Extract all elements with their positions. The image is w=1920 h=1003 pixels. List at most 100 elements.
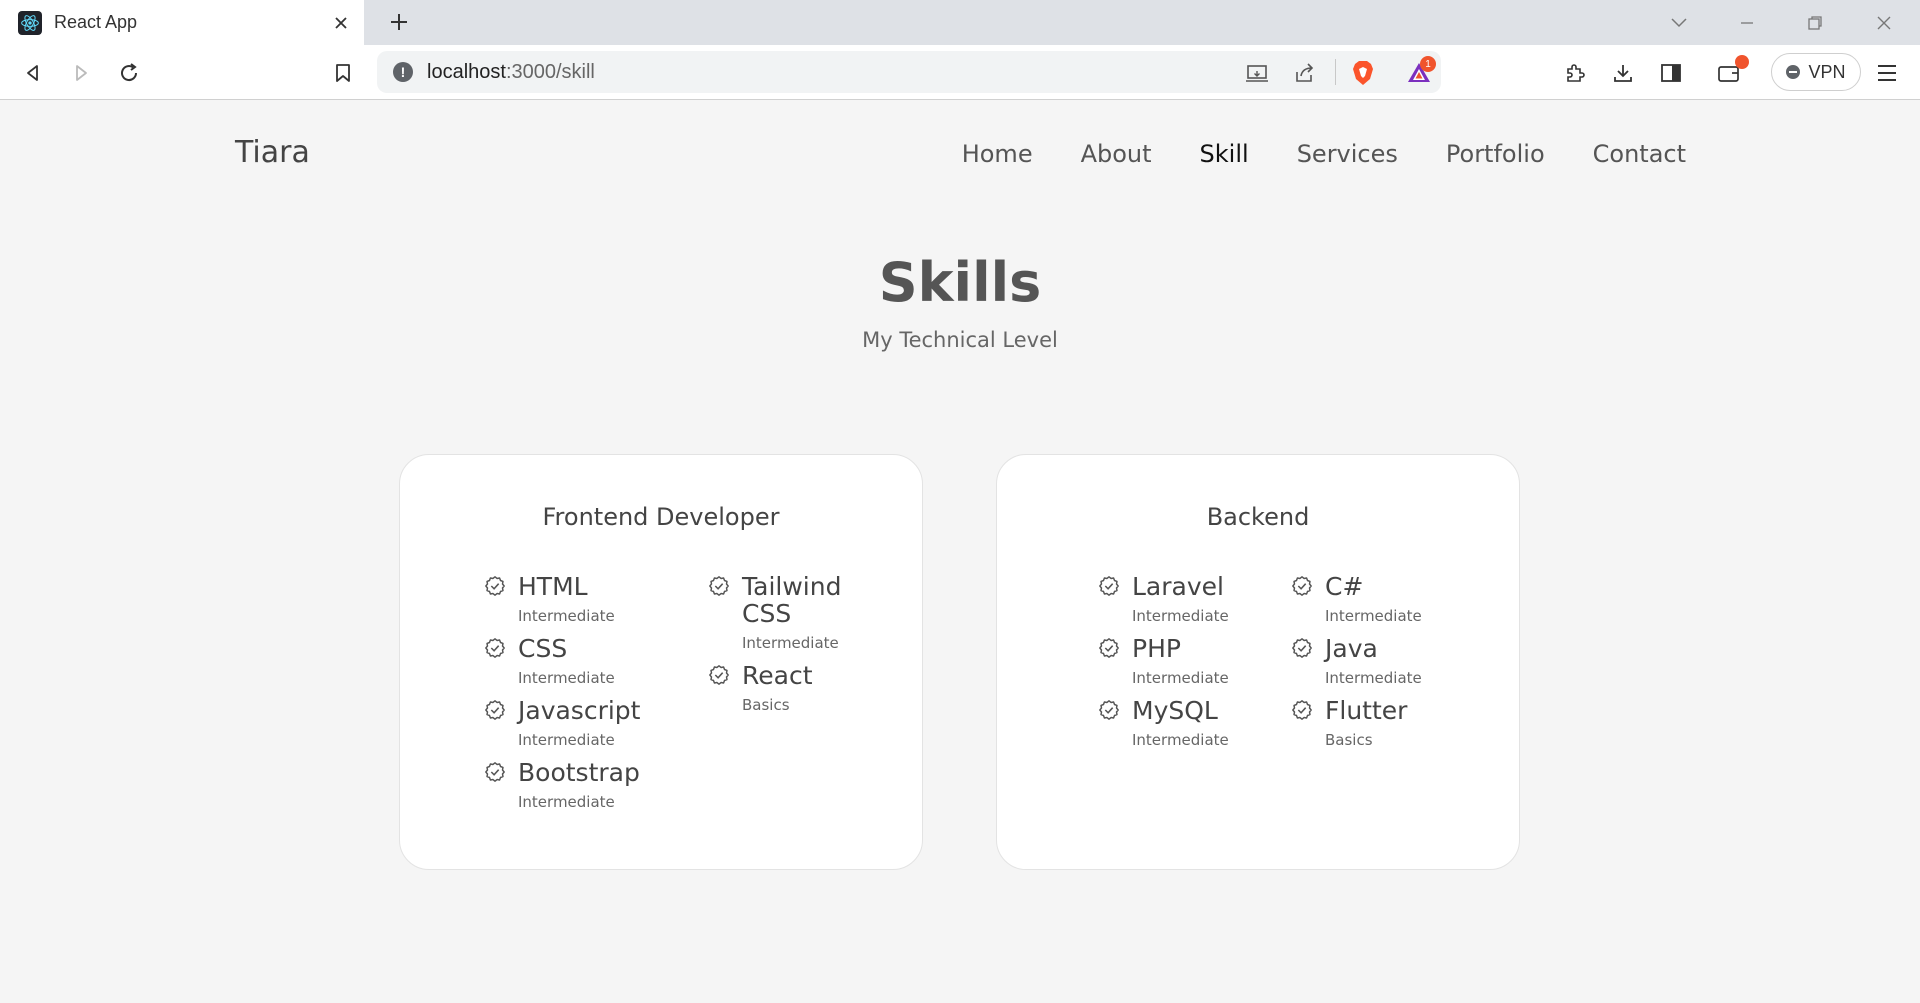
section-subtitle: My Technical Level	[862, 328, 1058, 352]
skill-level: Basics	[1325, 731, 1373, 749]
card-title: Backend	[1206, 503, 1310, 531]
tab-search-chevron-icon[interactable]	[1666, 10, 1692, 36]
skill-name: Bootstrap	[518, 758, 640, 787]
skill-level: Intermediate	[1325, 607, 1422, 625]
cast-icon[interactable]	[1244, 60, 1270, 86]
nav-link-home[interactable]: Home	[962, 140, 1033, 168]
skill-item: Bootstrap Intermediate	[484, 759, 684, 811]
reload-icon[interactable]	[115, 59, 143, 87]
vpn-status-icon	[1786, 65, 1801, 79]
nav-link-portfolio[interactable]: Portfolio	[1446, 140, 1545, 168]
main-nav: Home About Skill Services Portfolio Contact	[962, 140, 1686, 168]
skill-name: HTML	[518, 572, 588, 601]
extensions-icon[interactable]	[1561, 59, 1589, 87]
badge-check-icon	[708, 575, 730, 597]
minimize-window-icon[interactable]	[1734, 10, 1760, 36]
rewards-badge: 1	[1420, 56, 1436, 72]
downloads-icon[interactable]	[1609, 59, 1637, 87]
address-bar-divider	[1335, 59, 1336, 85]
vpn-button[interactable]: VPN	[1771, 53, 1861, 91]
nav-link-skill[interactable]: Skill	[1200, 140, 1249, 168]
badge-check-icon	[1098, 699, 1120, 721]
browser-toolbar: ! localhost:3000/skill 1 VPN	[0, 45, 1920, 100]
wallet-notification-dot	[1735, 55, 1749, 69]
sidebar-icon[interactable]	[1657, 59, 1685, 87]
skill-card-frontend: Frontend Developer HTML Intermediate CSS In…	[399, 454, 923, 870]
skill-item: MySQL Intermediate	[1098, 697, 1278, 749]
badge-check-icon	[1291, 699, 1313, 721]
badge-check-icon	[1291, 637, 1313, 659]
menu-icon[interactable]	[1873, 59, 1901, 87]
section-title: Skills	[878, 251, 1042, 314]
skill-name: Flutter	[1325, 696, 1408, 725]
skill-name: Java	[1325, 634, 1378, 663]
address-bar[interactable]: ! localhost:3000/skill 1	[377, 51, 1441, 93]
badge-check-icon	[484, 637, 506, 659]
site-info-icon[interactable]: !	[393, 62, 413, 82]
url-text[interactable]: localhost:3000/skill	[427, 61, 595, 84]
nav-link-contact[interactable]: Contact	[1593, 140, 1686, 168]
browser-tab-bar: React App	[0, 0, 1920, 45]
skill-level: Intermediate	[518, 669, 615, 687]
forward-icon[interactable]	[67, 59, 95, 87]
skill-level: Intermediate	[518, 607, 615, 625]
tab-title: React App	[54, 12, 138, 32]
badge-check-icon	[708, 664, 730, 686]
skill-level: Intermediate	[1132, 731, 1229, 749]
skill-name: C#	[1325, 572, 1364, 601]
skill-column: C# Intermediate Java Intermediate Flutter Bas…	[1291, 573, 1451, 759]
browser-tab[interactable]: React App	[0, 0, 364, 45]
skill-card-backend: Backend Laravel Intermediate PHP Intermedia…	[996, 454, 1520, 870]
skill-level: Intermediate	[742, 634, 839, 652]
site-logo[interactable]: Tiara	[235, 135, 310, 170]
react-logo-icon	[18, 10, 42, 35]
skill-name: Javascript	[518, 696, 641, 725]
vpn-label: VPN	[1808, 61, 1846, 82]
card-title: Frontend Developer	[542, 503, 780, 531]
skill-name: MySQL	[1132, 696, 1218, 725]
skill-item: React Basics	[708, 662, 848, 714]
page-content: Tiara Home About Skill Services Portfolio Con…	[0, 101, 1920, 1003]
skill-level: Intermediate	[1132, 607, 1229, 625]
skill-name: React	[742, 661, 813, 690]
badge-check-icon	[484, 761, 506, 783]
skill-column: Laravel Intermediate PHP Intermediate MySQL I…	[1098, 573, 1278, 759]
skill-level: Intermediate	[1325, 669, 1422, 687]
close-window-icon[interactable]	[1871, 10, 1897, 36]
skill-item: Laravel Intermediate	[1098, 573, 1278, 625]
skill-item: PHP Intermediate	[1098, 635, 1278, 687]
skill-name: PHP	[1132, 634, 1181, 663]
skill-name: Tailwind CSS	[742, 572, 842, 628]
back-icon[interactable]	[19, 59, 47, 87]
nav-link-about[interactable]: About	[1081, 140, 1152, 168]
bookmark-icon[interactable]	[329, 59, 357, 87]
badge-check-icon	[484, 575, 506, 597]
new-tab-button[interactable]	[386, 9, 412, 35]
badge-check-icon	[484, 699, 506, 721]
skill-column: HTML Intermediate CSS Intermediate Javascrip…	[484, 573, 684, 821]
skill-level: Intermediate	[518, 793, 615, 811]
close-tab-icon[interactable]	[330, 12, 352, 34]
nav-link-services[interactable]: Services	[1297, 140, 1398, 168]
skill-level: Intermediate	[518, 731, 615, 749]
restore-window-icon[interactable]	[1802, 10, 1828, 36]
wallet-icon[interactable]	[1715, 55, 1749, 87]
skill-level: Intermediate	[1132, 669, 1229, 687]
skill-level: Basics	[742, 696, 790, 714]
skill-item: Flutter Basics	[1291, 697, 1451, 749]
share-icon[interactable]	[1291, 60, 1317, 86]
badge-check-icon	[1291, 575, 1313, 597]
skill-name: CSS	[518, 634, 568, 663]
skill-name: Laravel	[1132, 572, 1224, 601]
badge-check-icon	[1098, 575, 1120, 597]
skill-item: C# Intermediate	[1291, 573, 1451, 625]
brave-shields-icon[interactable]	[1350, 60, 1376, 86]
badge-check-icon	[1098, 637, 1120, 659]
skill-column: Tailwind CSS Intermediate React Basics	[708, 573, 848, 724]
skill-item: Tailwind CSS Intermediate	[708, 573, 848, 652]
skill-item: Java Intermediate	[1291, 635, 1451, 687]
skill-item: Javascript Intermediate	[484, 697, 684, 749]
skill-item: CSS Intermediate	[484, 635, 684, 687]
skill-item: HTML Intermediate	[484, 573, 684, 625]
brave-rewards-icon[interactable]: 1	[1406, 56, 1436, 86]
